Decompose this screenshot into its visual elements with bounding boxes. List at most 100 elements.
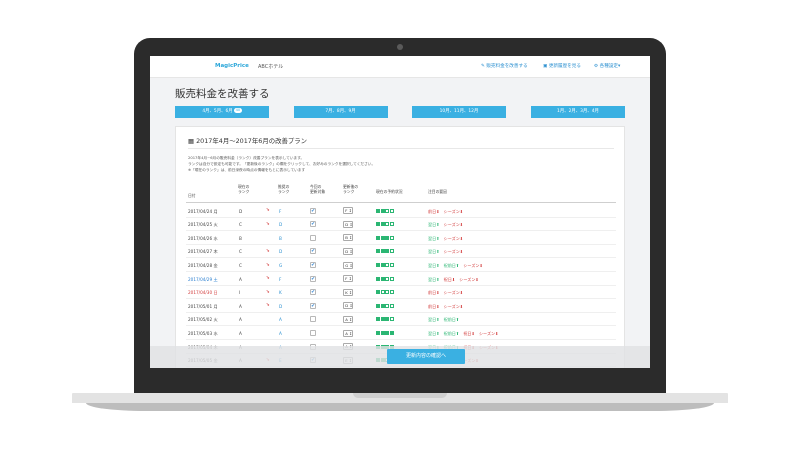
row-recommended-rank: F: [279, 208, 282, 214]
row-rank-select[interactable]: F ↕: [343, 275, 353, 283]
booking-square: [385, 276, 390, 281]
booking-square: [385, 249, 390, 254]
plan-title: ▦ 2017年4月～2017年6月の改善プラン: [188, 137, 308, 145]
event-tag: 祝前日⬆: [443, 317, 460, 323]
row-update-checkbox[interactable]: ✔: [310, 289, 316, 296]
row-date: 2017/05/01 月: [188, 303, 218, 309]
booking-square: [385, 262, 390, 268]
booking-square: [376, 208, 381, 213]
tab-jul-sep[interactable]: 7月、8月、9月: [293, 106, 388, 118]
brand-logo[interactable]: MagicPrice: [215, 63, 249, 69]
plan-description-2: ランクは自分で設定も可能です。「更新後のランク」の欄をクリックして、お好みのラン…: [188, 162, 376, 166]
event-tag: シーズン⬇: [459, 276, 479, 282]
booking-square: [380, 262, 385, 268]
row-booking-level: [376, 235, 395, 240]
arrow-down-right-icon: ↘: [266, 208, 270, 214]
event-tag: シーズン⬇: [443, 208, 464, 214]
row-rank-select[interactable]: D ↕: [343, 247, 353, 255]
booking-square: [385, 290, 390, 295]
row-events: 翌日⬆ シーズン⬇: [428, 222, 467, 228]
nav-history[interactable]: ▣ 更新履歴を見る: [543, 63, 581, 69]
row-date: 2017/04/26 水: [188, 235, 218, 241]
row-events: 翌日⬆ シーズン⬇: [428, 249, 467, 255]
table-row: 2017/04/26 水 B B B ↕ 翌日⬆ シーズン⬇: [186, 231, 616, 245]
row-update-checkbox[interactable]: [310, 316, 316, 323]
row-rank-select[interactable]: B ↕: [343, 234, 353, 242]
booking-square: [376, 330, 381, 336]
confirm-update-button[interactable]: 更新内容の確認へ: [387, 349, 465, 364]
booking-square: [390, 249, 395, 254]
booking-square: [390, 262, 395, 268]
row-recommended-rank: A: [279, 330, 282, 336]
event-tag: シーズン⬇: [443, 249, 464, 255]
event-tag: シーズン⬇: [443, 222, 464, 228]
row-update-checkbox[interactable]: ✔: [310, 207, 316, 214]
wrench-icon: ✎: [481, 64, 485, 69]
row-current-rank: C: [239, 249, 242, 255]
booking-square: [376, 249, 381, 254]
row-rank-select[interactable]: K ↕: [343, 288, 353, 296]
plan-description-1: 2017年4月~6月の販売料金（ランク）改善プランを表示しています。: [188, 156, 305, 160]
row-update-checkbox[interactable]: ✔: [310, 302, 316, 309]
row-rank-select[interactable]: G ↕: [343, 261, 353, 269]
table-row: 2017/04/25 火 C ↘ D ✔ D ↕ 翌日⬆ シーズン⬇: [186, 218, 616, 232]
row-date: 2017/04/30 日: [188, 290, 218, 296]
row-booking-level: [376, 330, 395, 336]
updown-icon: ↕: [347, 208, 352, 214]
row-update-checkbox[interactable]: ✔: [310, 261, 316, 268]
row-events: 前日⬇ シーズン⬇: [428, 290, 467, 296]
row-update-checkbox[interactable]: [310, 234, 316, 241]
nav-improve-price[interactable]: ✎ 販売料金を改善する: [481, 63, 528, 69]
row-date: 2017/05/02 火: [188, 317, 218, 323]
col-booking-status: 現在の予約状況: [376, 189, 403, 194]
col-recommended-rank: 推奨の ランク: [278, 184, 290, 194]
tab-jan-apr[interactable]: 1月、2月、3月、4月: [531, 106, 625, 118]
row-rank-select[interactable]: A ↕: [343, 315, 353, 323]
row-update-checkbox[interactable]: ✔: [310, 248, 316, 255]
row-current-rank: I: [239, 290, 241, 296]
booking-square: [385, 208, 390, 213]
row-rank-select[interactable]: A ↕: [343, 329, 353, 337]
col-update-target: 今回の 更新対象: [310, 184, 326, 194]
row-update-checkbox[interactable]: ✔: [310, 275, 316, 282]
page-title: 販売料金を改善する: [175, 88, 270, 100]
row-rank-select[interactable]: D ↕: [343, 220, 353, 228]
tab-apr-jun[interactable]: 4月、5月、6月 40: [175, 106, 269, 118]
row-current-rank: A: [239, 330, 242, 336]
row-rank-select[interactable]: D ↕: [343, 302, 353, 310]
tab-oct-dec[interactable]: 10月、11月、12月: [412, 106, 506, 118]
booking-square: [385, 303, 390, 308]
event-tag: 祝日⬇: [463, 330, 475, 336]
row-update-checkbox[interactable]: ✔: [310, 221, 316, 228]
row-booking-level: [376, 317, 395, 322]
booking-square: [385, 317, 390, 322]
row-booking-level: [376, 249, 395, 254]
laptop-notch: [353, 393, 447, 398]
updown-icon: ↕: [348, 248, 353, 254]
booking-square: [385, 222, 390, 227]
event-tag: 祝前日⬆: [443, 262, 460, 268]
row-update-checkbox[interactable]: [310, 329, 316, 336]
updown-icon: ↕: [347, 235, 353, 241]
laptop-base-shadow: [86, 403, 714, 411]
row-date: 2017/04/25 火: [188, 222, 218, 228]
row-date: 2017/04/24 月: [188, 208, 218, 214]
booking-square: [390, 303, 395, 308]
row-rank-select[interactable]: F ↕: [343, 207, 353, 215]
row-current-rank: C: [239, 262, 242, 268]
booking-square: [376, 276, 381, 281]
row-booking-level: [376, 222, 395, 227]
booking-square: [380, 208, 385, 213]
row-events: 前日⬇ シーズン⬇: [428, 209, 467, 215]
row-recommended-rank: D: [279, 303, 283, 309]
booking-square: [390, 235, 395, 240]
table-row: 2017/04/27 木 C ↘ D ✔ D ↕ 翌日⬆ シーズン⬇: [186, 245, 616, 259]
booking-square: [376, 303, 381, 308]
event-tag: 翌日⬆: [428, 222, 440, 228]
booking-square: [380, 290, 385, 295]
row-recommended-rank: F: [279, 276, 282, 282]
booking-square: [390, 330, 395, 336]
event-tag: 翌日⬆: [428, 317, 440, 323]
nav-settings[interactable]: ⚙ 各種設定▾: [594, 63, 620, 69]
updown-icon: ↕: [347, 316, 353, 322]
